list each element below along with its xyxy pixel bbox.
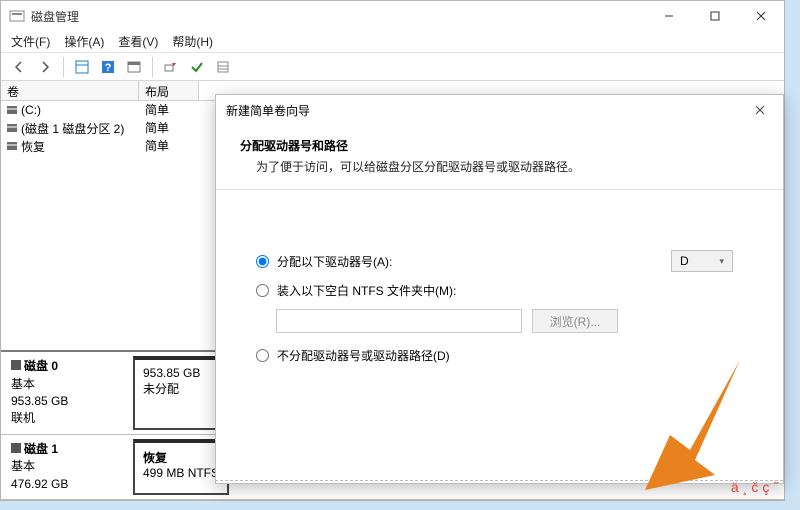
separator (152, 57, 153, 77)
dialog-body: 分配驱动器号和路径 为了便于访问，可以给磁盘分区分配驱动器号或驱动器路径。 分配… (216, 125, 783, 384)
radio-mount-folder[interactable] (256, 284, 269, 297)
mount-path-input[interactable] (276, 309, 522, 333)
partition-status: 未分配 (143, 380, 213, 397)
option-label: 装入以下空白 NTFS 文件夹中(M): (277, 282, 456, 299)
window-title: 磁盘管理 (31, 8, 646, 25)
disk-size: 476.92 GB (11, 477, 68, 491)
partition-size: 499 MB NTFS (143, 466, 219, 480)
disk-title: 磁盘 1 (24, 442, 58, 456)
disk-size: 953.85 GB (11, 394, 68, 408)
toolbar-btn-4[interactable] (159, 56, 183, 78)
disk-icon (11, 443, 21, 453)
volume-name: (磁盘 1 磁盘分区 2) (21, 120, 124, 137)
menu-file[interactable]: 文件(F) (11, 33, 50, 50)
disk-type: 基本 (11, 377, 35, 391)
disk-info: 磁盘 0 基本 953.85 GB 联机 (1, 352, 127, 434)
minimize-button[interactable] (646, 1, 692, 31)
menu-help[interactable]: 帮助(H) (172, 33, 213, 50)
toolbar-btn-1[interactable] (70, 56, 94, 78)
disk-type: 基本 (11, 459, 35, 473)
volume-name: (C:) (21, 103, 41, 117)
dashed-line (215, 480, 783, 481)
toolbar-btn-3[interactable] (122, 56, 146, 78)
disk-status: 联机 (11, 411, 35, 425)
menu-view[interactable]: 查看(V) (118, 33, 158, 50)
toolbar-btn-5[interactable] (185, 56, 209, 78)
dialog-separator (216, 189, 783, 190)
forward-button[interactable] (33, 56, 57, 78)
drive-letter-value: D (680, 254, 689, 268)
volume-name: 恢复 (21, 138, 45, 155)
toolbar-btn-6[interactable] (211, 56, 235, 78)
disk-icon (11, 360, 21, 370)
dialog-subtext: 为了便于访问，可以给磁盘分区分配驱动器号或驱动器路径。 (238, 154, 761, 189)
dialog-heading: 分配驱动器号和路径 (238, 135, 761, 154)
option-no-assign[interactable]: 不分配驱动器号或驱动器路径(D) (256, 347, 761, 364)
back-button[interactable] (7, 56, 31, 78)
separator (63, 57, 64, 77)
partition-name: 恢复 (143, 451, 167, 465)
disk-title: 磁盘 0 (24, 359, 58, 373)
volume-layout: 简单 (139, 137, 199, 155)
partition[interactable]: 953.85 GB 未分配 (133, 356, 223, 430)
option-label: 分配以下驱动器号(A): (277, 253, 392, 270)
volume-icon (7, 106, 17, 114)
volume-layout: 简单 (139, 119, 199, 137)
dialog-close-button[interactable] (747, 97, 773, 123)
app-icon (9, 8, 25, 24)
drive-letter-select[interactable]: D ▾ (671, 250, 733, 272)
browse-button[interactable]: 浏览(R)... (532, 309, 618, 333)
radio-assign-letter[interactable] (256, 255, 269, 268)
option-assign-letter[interactable]: 分配以下驱动器号(A): D ▾ (256, 250, 761, 272)
dialog-titlebar: 新建简单卷向导 (216, 95, 783, 125)
maximize-button[interactable] (692, 1, 738, 31)
volume-layout: 简单 (139, 101, 199, 119)
radio-no-assign[interactable] (256, 349, 269, 362)
close-button[interactable] (738, 1, 784, 31)
new-volume-wizard-dialog: 新建简单卷向导 分配驱动器号和路径 为了便于访问，可以给磁盘分区分配驱动器号或驱… (215, 94, 784, 484)
svg-text:?: ? (105, 62, 112, 74)
dialog-title: 新建简单卷向导 (226, 102, 747, 119)
volume-icon (7, 124, 17, 132)
partition-size: 953.85 GB (143, 366, 213, 380)
option-mount-folder[interactable]: 装入以下空白 NTFS 文件夹中(M): (256, 282, 761, 299)
disk-info: 磁盘 1 基本 476.92 GB (1, 435, 127, 499)
option-label: 不分配驱动器号或驱动器路径(D) (277, 347, 450, 364)
menu-action[interactable]: 操作(A) (64, 33, 104, 50)
col-layout[interactable]: 布局 (139, 81, 199, 100)
menubar: 文件(F) 操作(A) 查看(V) 帮助(H) (1, 31, 784, 53)
help-icon[interactable]: ? (96, 56, 120, 78)
chevron-down-icon: ▾ (719, 256, 724, 267)
window-buttons (646, 1, 784, 31)
volume-icon (7, 142, 17, 150)
mount-path-row: 浏览(R)... (276, 309, 761, 333)
titlebar: 磁盘管理 (1, 1, 784, 31)
watermark-text: ä¸čç˝ (731, 479, 782, 495)
toolbar: ? (1, 53, 784, 81)
col-volume[interactable]: 卷 (1, 81, 139, 100)
